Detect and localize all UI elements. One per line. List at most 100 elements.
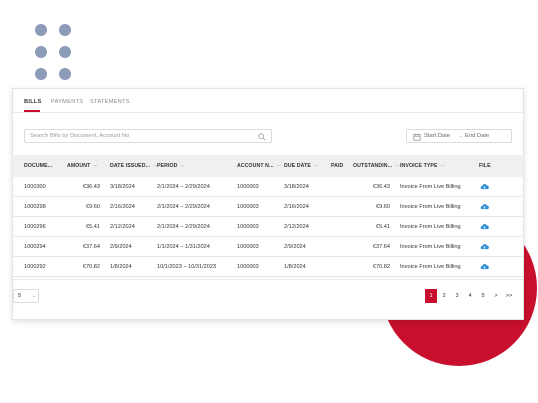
cell-date-issued: 3/18/2024 [110, 184, 135, 190]
search-input[interactable] [25, 130, 271, 142]
cell-period: 10/1/2023 – 10/31/2023 [157, 264, 217, 270]
sort-icon[interactable]: --- [395, 163, 399, 169]
sort-icon[interactable]: --- [93, 163, 97, 169]
column-header-file: FILE [479, 163, 491, 169]
page-button-1[interactable]: 1 [425, 289, 437, 303]
cell-date-issued: 2/16/2024 [110, 204, 135, 210]
cell-document: 1000300 [24, 184, 46, 190]
cloud-download-icon[interactable] [480, 183, 489, 190]
cell-invoice-type: Invoice From Live Billing [400, 264, 461, 270]
table-row: 1000296 €5.41 2/12/2024 2/1/2024 – 2/29/202… [13, 217, 523, 237]
sort-icon[interactable]: --- [277, 163, 281, 169]
tab-bills[interactable]: BILLS [24, 99, 42, 105]
dot [35, 24, 47, 36]
dot [35, 68, 47, 80]
page-size-value: 5 [18, 293, 22, 299]
cell-due-date: 2/9/2024 [284, 244, 306, 250]
column-header-period[interactable]: PERIOD --- [157, 163, 185, 169]
cell-date-issued: 2/9/2024 [110, 244, 132, 250]
stage: BILLS PAYMENTS STATEMENTS Start Date → E… [0, 0, 538, 403]
column-header-amount[interactable]: AMOUNT --- [67, 163, 98, 169]
cell-period: 2/1/2024 – 2/29/2024 [157, 184, 210, 190]
page-button-5[interactable]: 5 [477, 289, 489, 303]
sort-icon[interactable]: --- [314, 163, 318, 169]
dot [35, 46, 47, 58]
cell-period: 2/1/2024 – 2/29/2024 [157, 204, 210, 210]
cell-period: 1/1/2024 – 1/31/2024 [157, 244, 210, 250]
table-header: DOCUME... AMOUNT --- DATE ISSUED... --- PE… [13, 155, 523, 177]
calendar-icon [413, 133, 421, 141]
chevron-down-icon: ⌄ [32, 293, 37, 299]
search-box [24, 129, 272, 143]
table-row: 1000300 €36.43 3/18/2024 2/1/2024 – 2/29/20… [13, 177, 523, 197]
cell-invoice-type: Invoice From Live Billing [400, 184, 461, 190]
cell-outstanding: €36.43 [372, 184, 390, 190]
cell-account: 1000003 [237, 204, 259, 210]
cloud-download-icon[interactable] [480, 263, 489, 270]
cloud-download-icon[interactable] [480, 203, 489, 210]
column-header-account[interactable]: ACCOUNT N... --- [237, 163, 281, 169]
cell-date-issued: 2/12/2024 [110, 224, 135, 230]
cell-document: 1000296 [24, 224, 46, 230]
cell-invoice-type: Invoice From Live Billing [400, 244, 461, 250]
date-range-arrow: → [458, 133, 464, 139]
cell-outstanding: €70.82 [372, 264, 390, 270]
date-range-picker[interactable]: Start Date → End Date [406, 129, 512, 143]
start-date-field[interactable]: Start Date [424, 133, 450, 139]
cloud-download-icon[interactable] [480, 243, 489, 250]
cell-outstanding: €37.64 [372, 244, 390, 250]
cell-due-date: 2/12/2024 [284, 224, 309, 230]
sort-icon[interactable]: --- [181, 163, 185, 169]
bills-card: BILLS PAYMENTS STATEMENTS Start Date → E… [12, 88, 524, 320]
table-row: 1000294 €37.64 2/9/2024 1/1/2024 – 1/31/202… [13, 237, 523, 257]
cell-amount: €36.43 [82, 184, 100, 190]
cell-document: 1000298 [24, 204, 46, 210]
dot [59, 68, 71, 80]
column-header-due-date[interactable]: DUE DATE --- [284, 163, 318, 169]
cell-invoice-type: Invoice From Live Billing [400, 204, 461, 210]
cell-date-issued: 1/8/2024 [110, 264, 132, 270]
cell-account: 1000003 [237, 184, 259, 190]
page-button-3[interactable]: 3 [451, 289, 463, 303]
column-header-date-issued[interactable]: DATE ISSUED... --- [110, 163, 157, 169]
cell-account: 1000003 [237, 244, 259, 250]
sort-icon[interactable]: --- [441, 163, 445, 169]
cell-document: 1000294 [24, 244, 46, 250]
end-date-field[interactable]: End Date [465, 133, 489, 139]
cell-due-date: 1/8/2024 [284, 264, 306, 270]
cell-document: 1000292 [24, 264, 46, 270]
last-page-button[interactable]: >> [503, 289, 515, 303]
column-header-invoice-type[interactable]: INVOICE TYPE --- [400, 163, 445, 169]
next-page-button[interactable]: > [490, 289, 502, 303]
cell-outstanding: €5.41 [376, 224, 390, 230]
column-header-outstanding[interactable]: OUTSTANDIN... --- [353, 163, 399, 169]
page-button-4[interactable]: 4 [464, 289, 476, 303]
cell-outstanding: €9.60 [376, 204, 390, 210]
cell-account: 1000003 [237, 224, 259, 230]
cell-amount: €70.82 [82, 264, 100, 270]
cell-invoice-type: Invoice From Live Billing [400, 224, 461, 230]
tab-payments[interactable]: PAYMENTS [51, 99, 83, 105]
cell-period: 2/1/2024 – 2/29/2024 [157, 224, 210, 230]
column-header-paid[interactable]: PAID [331, 163, 343, 169]
cell-amount: €9.60 [86, 204, 100, 210]
tab-statements[interactable]: STATEMENTS [90, 99, 130, 105]
cloud-download-icon[interactable] [480, 223, 489, 230]
cell-due-date: 2/16/2024 [284, 204, 309, 210]
table-row: 1000298 €9.60 2/16/2024 2/1/2024 – 2/29/202… [13, 197, 523, 217]
page-size-select[interactable]: 5 ⌄ [13, 289, 39, 303]
search-icon[interactable] [258, 133, 266, 141]
dot [59, 24, 71, 36]
table-row: 1000292 €70.82 1/8/2024 10/1/2023 – 10/31/2… [13, 257, 523, 277]
page-button-2[interactable]: 2 [438, 289, 450, 303]
cell-amount: €37.64 [82, 244, 100, 250]
cell-amount: €5.41 [86, 224, 100, 230]
tab-bar: BILLS PAYMENTS STATEMENTS [13, 89, 523, 113]
cell-account: 1000003 [237, 264, 259, 270]
column-header-document[interactable]: DOCUME... [24, 163, 52, 169]
active-tab-indicator [24, 110, 40, 112]
decorative-dots [35, 24, 75, 82]
dot [59, 46, 71, 58]
cell-due-date: 3/18/2024 [284, 184, 309, 190]
table-footer: 5 ⌄ 1 2 3 4 5 > >> [13, 279, 523, 319]
